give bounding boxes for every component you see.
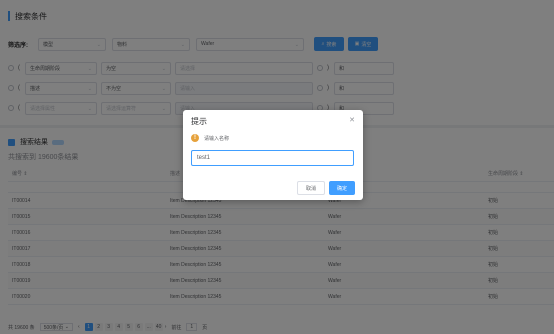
dialog-actions: 取消 确定 xyxy=(293,181,355,195)
close-icon[interactable]: ✕ xyxy=(349,116,355,124)
confirm-button[interactable]: 确定 xyxy=(328,181,355,195)
dialog-title: 提示 xyxy=(191,117,207,126)
dialog-message: ! 请输入名称 xyxy=(191,134,229,142)
warning-icon: ! xyxy=(191,134,199,142)
name-input[interactable]: test1 xyxy=(191,150,354,166)
cancel-button[interactable]: 取消 xyxy=(296,181,325,195)
prompt-dialog: 提示 ✕ ! 请输入名称 test1 取消 确定 xyxy=(183,110,363,200)
